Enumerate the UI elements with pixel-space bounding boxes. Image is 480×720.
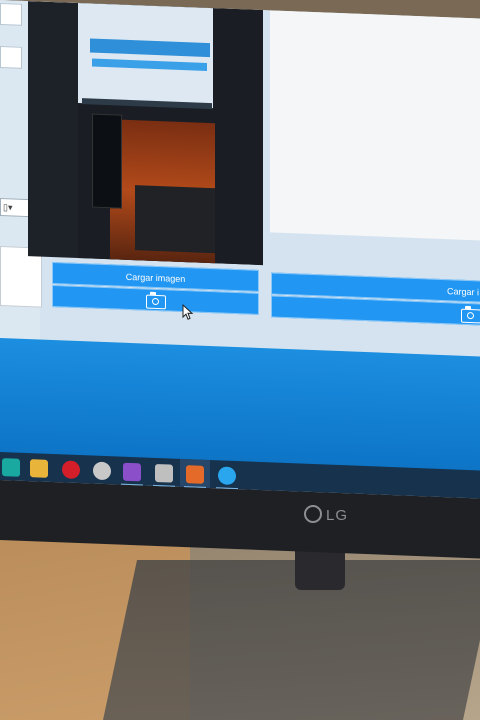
visual-studio-icon[interactable] (123, 462, 141, 482)
blue-circle-app-icon[interactable] (218, 466, 236, 486)
mouse-cursor (182, 303, 194, 325)
image-preview-right (270, 10, 480, 241)
photo-phone (92, 113, 122, 209)
text-field[interactable] (0, 46, 22, 69)
monitor-stand-shadow (102, 560, 480, 720)
monitor-logo: LG (304, 505, 348, 524)
desktop-background (0, 338, 480, 472)
monitor-screen: ▯▾ Cargar imagen Cargar i (0, 0, 480, 499)
camera-icon (461, 308, 480, 324)
tile-app-icon[interactable] (186, 465, 204, 484)
load-image-label: Cargar i (446, 286, 479, 298)
edge-icon[interactable] (2, 458, 20, 477)
scanner-icon[interactable] (155, 463, 173, 483)
camera-icon (145, 294, 166, 309)
opera-icon[interactable] (62, 460, 80, 480)
photo-keyboard (135, 185, 215, 254)
file-explorer-icon[interactable] (30, 459, 48, 478)
load-image-label: Cargar imagen (125, 271, 186, 285)
lg-logo-icon (304, 505, 322, 523)
app-window: ▯▾ Cargar imagen Cargar i (0, 0, 480, 364)
text-field[interactable] (0, 3, 22, 26)
fish-app-icon[interactable] (93, 461, 111, 481)
monitor-brand: LG (326, 507, 349, 524)
